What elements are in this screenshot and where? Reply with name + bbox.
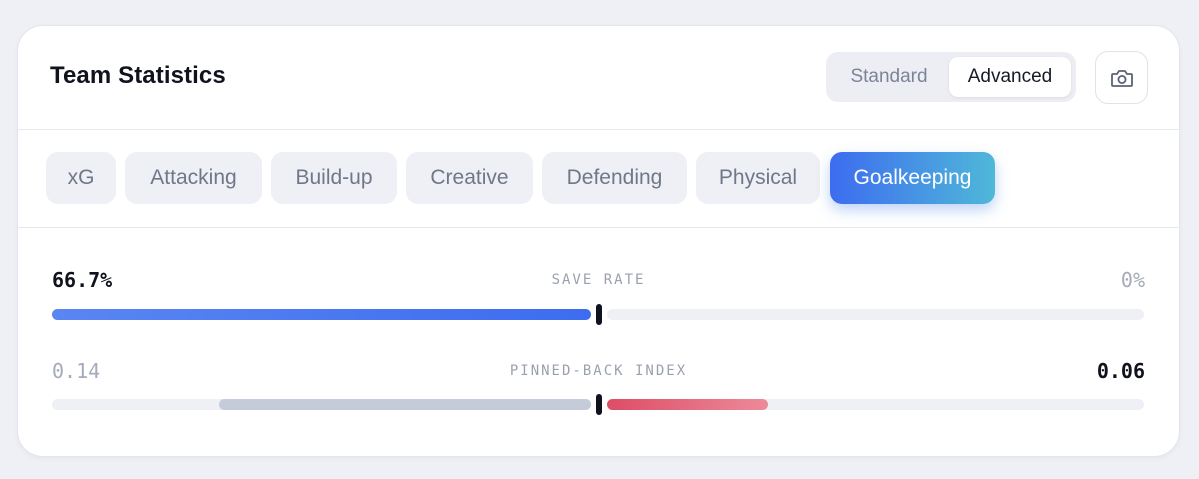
save-rate-center-marker — [596, 304, 602, 325]
camera-icon — [1110, 69, 1133, 87]
tab-xg[interactable]: xG — [46, 152, 116, 204]
save-rate-home-bar — [52, 309, 591, 320]
tab-physical[interactable]: Physical — [696, 152, 820, 204]
pinned-back-home-bar — [219, 399, 591, 410]
tab-attacking[interactable]: Attacking — [125, 152, 262, 204]
save-rate-home-track — [52, 309, 591, 320]
tab-defending[interactable]: Defending — [542, 152, 687, 204]
advanced-toggle-button[interactable]: Advanced — [949, 57, 1071, 97]
category-tabs: xG Attacking Build-up Creative Defending… — [18, 130, 1179, 228]
camera-button[interactable] — [1095, 51, 1148, 104]
pinned-back-away-value: 0.06 — [1096, 359, 1145, 383]
standard-toggle-button[interactable]: Standard — [832, 57, 946, 97]
pinned-back-center-marker — [596, 394, 602, 415]
card-header: Team Statistics Standard Advanced — [18, 26, 1179, 130]
card-title: Team Statistics — [50, 62, 226, 89]
pinned-back-label: PINNED-BACK INDEX — [509, 363, 688, 379]
pinned-back-away-bar — [607, 399, 769, 410]
view-toggle: Standard Advanced — [826, 52, 1076, 102]
pinned-back-away-track — [607, 399, 1144, 410]
tab-goalkeeping[interactable]: Goalkeeping — [830, 152, 995, 204]
save-rate-away-value: 0% — [1120, 268, 1145, 292]
save-rate-away-track — [607, 309, 1144, 320]
tab-creative[interactable]: Creative — [406, 152, 533, 204]
save-rate-label: SAVE RATE — [551, 272, 646, 288]
team-statistics-card: Team Statistics Standard Advanced xG Att… — [17, 25, 1180, 457]
pinned-back-home-track — [52, 399, 591, 410]
tab-build-up[interactable]: Build-up — [271, 152, 397, 204]
